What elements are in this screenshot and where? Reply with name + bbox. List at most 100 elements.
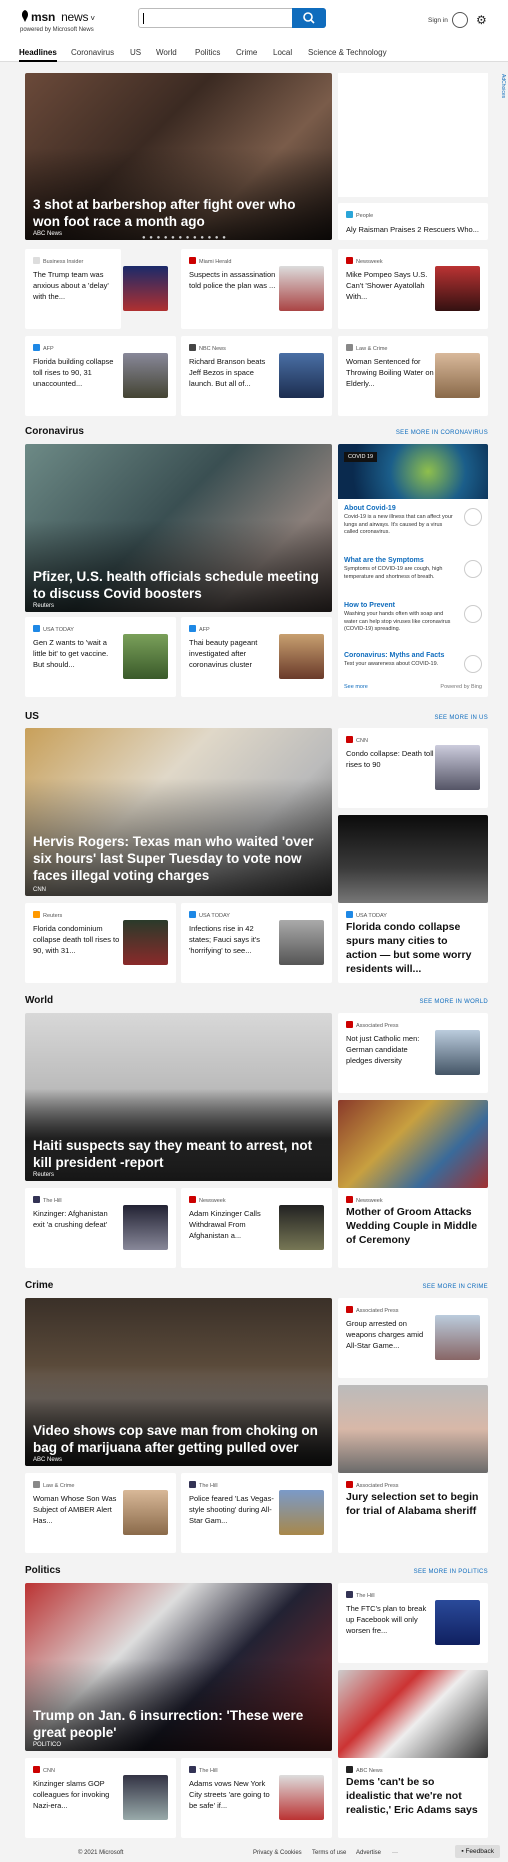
card-title[interactable]: Group arrested on weapons charges amid A… — [346, 1318, 434, 1351]
section-title-crime[interactable]: Crime — [25, 1280, 53, 1291]
card-thumbnail[interactable] — [123, 920, 168, 965]
tab-headlines[interactable]: Headlines — [19, 48, 57, 62]
tab-crime[interactable]: Crime — [236, 48, 257, 57]
hero-title[interactable]: Hervis Rogers: Texas man who waited 'ove… — [33, 833, 324, 884]
tab-us[interactable]: US — [130, 48, 141, 57]
card-thumbnail[interactable] — [279, 1490, 324, 1535]
card-title[interactable]: Mother of Groom Attacks Wedding Couple i… — [346, 1205, 480, 1247]
us-hero[interactable]: Hervis Rogers: Texas man who waited 'ove… — [25, 728, 332, 896]
card-title[interactable]: Aly Raisman Praises 2 Rescuers Who... — [346, 224, 479, 235]
carousel-dots[interactable]: ● ● ● ● ● ● ● ● ● ● ● ● — [142, 235, 227, 241]
news-card[interactable]: CNN Condo collapse: Death toll rises to … — [338, 728, 488, 808]
card-thumbnail[interactable] — [279, 634, 324, 679]
card-title[interactable]: Dems 'can't be so idealistic that we're … — [346, 1775, 480, 1817]
news-card[interactable]: ABC News Dems 'can't be so idealistic th… — [338, 1758, 488, 1838]
chevron-down-icon[interactable]: ˅ — [88, 14, 95, 23]
see-more-us[interactable]: SEE MORE IN US — [434, 715, 488, 721]
covid-item[interactable]: About Covid-19 Covid-19 is a new illness … — [344, 504, 482, 537]
card-thumbnail[interactable] — [435, 1600, 480, 1645]
ad-slot[interactable] — [338, 73, 488, 197]
crime-side-image[interactable] — [338, 1385, 488, 1473]
card-thumbnail[interactable] — [123, 353, 168, 398]
hero-title[interactable]: 3 shot at barbershop after fight over wh… — [33, 196, 324, 230]
card-title[interactable]: Adam Kinzinger Calls Withdrawal From Afg… — [189, 1208, 277, 1241]
card-thumbnail[interactable] — [123, 1205, 168, 1250]
us-side-image[interactable] — [338, 815, 488, 903]
headline-side-card[interactable]: People Aly Raisman Praises 2 Rescuers Wh… — [338, 203, 488, 240]
world-hero[interactable]: Haiti suspects say they meant to arrest,… — [25, 1013, 332, 1181]
card-thumbnail[interactable] — [279, 353, 324, 398]
see-more-coronavirus[interactable]: SEE MORE IN CORONAVIRUS — [396, 430, 488, 436]
news-card[interactable]: Associated Press Group arrested on weapo… — [338, 1298, 488, 1378]
card-title[interactable]: Police feared 'Las Vegas-style shooting'… — [189, 1493, 277, 1526]
terms-link[interactable]: Terms of use — [312, 1850, 346, 1856]
news-card[interactable]: Law & Crime Woman Whose Son Was Subject … — [25, 1473, 176, 1553]
search-button[interactable] — [292, 8, 326, 28]
ad-choices-label[interactable]: AdChoices — [500, 74, 506, 98]
search-input[interactable] — [138, 8, 326, 28]
sign-in-link[interactable]: Sign in — [428, 17, 448, 24]
covid-item[interactable]: What are the Symptoms Symptoms of COVID-1… — [344, 556, 482, 581]
tab-science-technology[interactable]: Science & Technology — [308, 48, 387, 57]
card-thumbnail[interactable] — [435, 353, 480, 398]
card-title[interactable]: Woman Whose Son Was Subject of AMBER Ale… — [33, 1493, 121, 1526]
card-thumbnail[interactable] — [435, 1030, 480, 1075]
tab-world[interactable]: World — [156, 48, 177, 57]
covid-item[interactable]: Coronavirus: Myths and Facts Test your aw… — [344, 651, 482, 673]
card-title[interactable]: Florida condominium collapse death toll … — [33, 923, 121, 956]
news-card[interactable]: Newsweek Adam Kinzinger Calls Withdrawal… — [181, 1188, 332, 1268]
card-title[interactable]: Richard Branson beats Jeff Bezos in spac… — [189, 356, 277, 389]
news-card[interactable]: AFP Florida building collapse toll rises… — [25, 336, 176, 416]
covid-item[interactable]: How to Prevent Washing your hands often w… — [344, 601, 482, 634]
advertise-link[interactable]: Advertise — [356, 1850, 381, 1856]
news-card[interactable]: NBC News Richard Branson beats Jeff Bezo… — [181, 336, 332, 416]
card-title[interactable]: Mike Pompeo Says U.S. Can't 'Shower Ayat… — [346, 269, 434, 302]
card-title[interactable]: Woman Sentenced for Throwing Boiling Wat… — [346, 356, 434, 389]
news-card[interactable]: The Hill Police feared 'Las Vegas-style … — [181, 1473, 332, 1553]
feedback-button[interactable]: ▪ Feedback — [455, 1845, 500, 1858]
msn-logo[interactable]: msn news ˅ — [20, 9, 95, 24]
news-card[interactable]: AFP Thai beauty pageant investigated aft… — [181, 617, 332, 697]
card-title[interactable]: Not just Catholic men: German candidate … — [346, 1033, 434, 1066]
card-thumbnail[interactable] — [279, 1775, 324, 1820]
card-title[interactable]: Adams vows New York City streets 'are go… — [189, 1778, 277, 1811]
see-more-politics[interactable]: SEE MORE IN POLITICS — [414, 1569, 488, 1575]
section-title-politics[interactable]: Politics — [25, 1565, 61, 1576]
headline-hero[interactable]: 3 shot at barbershop after fight over wh… — [25, 73, 332, 240]
section-title-us[interactable]: US — [25, 711, 39, 722]
more-icon[interactable]: ··· — [392, 1850, 398, 1856]
news-card[interactable]: Law & Crime Woman Sentenced for Throwing… — [338, 336, 488, 416]
card-thumbnail[interactable] — [123, 1775, 168, 1820]
news-card[interactable]: Newsweek Mother of Groom Attacks Wedding… — [338, 1188, 488, 1268]
news-card[interactable]: USA TODAY Gen Z wants to 'wait a little … — [25, 617, 176, 697]
card-title[interactable]: Condo collapse: Death toll rises to 90 — [346, 748, 434, 770]
card-title[interactable]: Kinzinger: Afghanistan exit 'a crushing … — [33, 1208, 121, 1230]
coronavirus-hero[interactable]: Pfizer, U.S. health officials schedule m… — [25, 444, 332, 612]
hero-title[interactable]: Haiti suspects say they meant to arrest,… — [33, 1137, 324, 1171]
news-card[interactable]: Reuters Florida condominium collapse dea… — [25, 903, 176, 983]
card-thumbnail[interactable] — [435, 266, 480, 311]
card-thumbnail[interactable] — [279, 266, 324, 311]
see-more-world[interactable]: SEE MORE IN WORLD — [420, 999, 488, 1005]
tab-politics[interactable]: Politics — [195, 48, 220, 57]
politics-hero[interactable]: Trump on Jan. 6 insurrection: 'These wer… — [25, 1583, 332, 1751]
crime-hero[interactable]: Video shows cop save man from choking on… — [25, 1298, 332, 1466]
privacy-link[interactable]: Privacy & Cookies — [253, 1850, 302, 1856]
hero-title[interactable]: Video shows cop save man from choking on… — [33, 1422, 324, 1456]
product-name[interactable]: news — [61, 10, 88, 24]
card-thumbnail[interactable] — [123, 1490, 168, 1535]
avatar-icon[interactable] — [452, 12, 468, 28]
card-thumbnail[interactable] — [435, 745, 480, 790]
card-thumbnail[interactable] — [435, 1315, 480, 1360]
see-more-crime[interactable]: SEE MORE IN CRIME — [423, 1284, 488, 1290]
hero-title[interactable]: Trump on Jan. 6 insurrection: 'These wer… — [33, 1707, 324, 1741]
news-card[interactable]: Associated Press Not just Catholic men: … — [338, 1013, 488, 1093]
world-side-image[interactable] — [338, 1100, 488, 1188]
news-card[interactable]: USA TODAY Infections rise in 42 states; … — [181, 903, 332, 983]
tab-coronavirus[interactable]: Coronavirus — [71, 48, 114, 57]
news-card[interactable]: The Hill Adams vows New York City street… — [181, 1758, 332, 1838]
news-card[interactable]: Newsweek Mike Pompeo Says U.S. Can't 'Sh… — [338, 249, 488, 329]
card-title[interactable]: Jury selection set to begin for trial of… — [346, 1490, 480, 1518]
card-title[interactable]: Suspects in assassination told police th… — [189, 269, 277, 291]
news-card[interactable]: CNN Kinzinger slams GOP colleagues for i… — [25, 1758, 176, 1838]
